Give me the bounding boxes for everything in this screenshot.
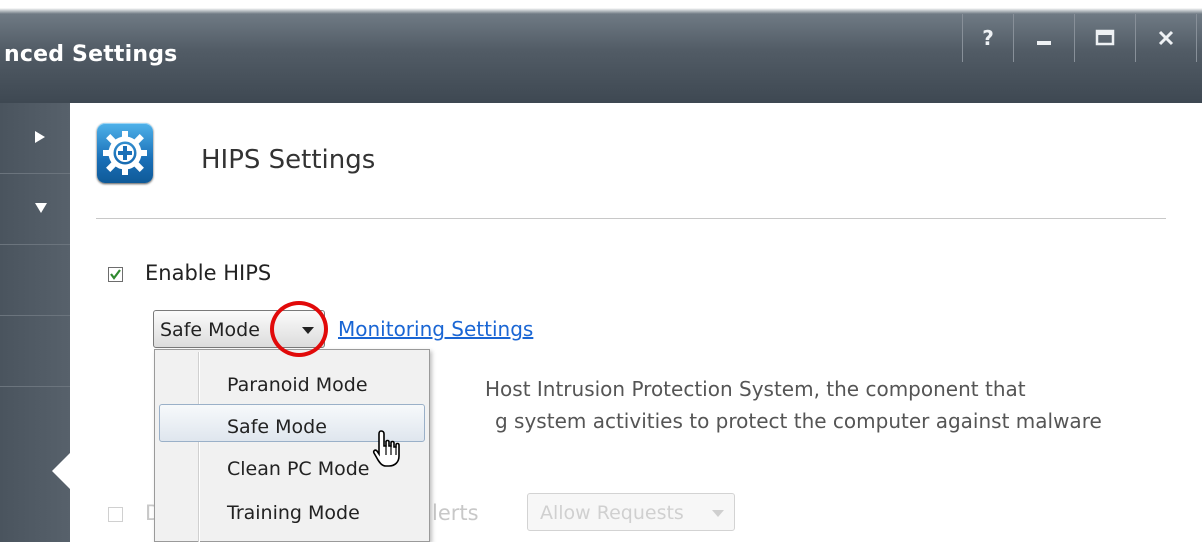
sidebar-item-collapse[interactable] <box>0 174 70 245</box>
menu-item-clean-pc-mode[interactable]: Clean PC Mode <box>227 458 370 480</box>
hips-shield-gear-icon <box>97 123 153 183</box>
enable-hips-label: Enable HIPS <box>145 261 272 285</box>
hand-cursor-icon <box>372 430 400 467</box>
sidebar-item[interactable] <box>0 245 70 316</box>
menu-item-safe-mode[interactable]: Safe Mode <box>227 416 327 438</box>
chevron-down-icon <box>712 510 724 517</box>
window-controls: ? <box>962 14 1202 62</box>
hips-mode-value: Safe Mode <box>160 319 260 341</box>
hips-description-line2: g system activities to protect the compu… <box>495 409 1102 433</box>
divider <box>96 218 1166 219</box>
close-icon[interactable] <box>1136 14 1197 62</box>
checkmark-icon <box>110 269 121 280</box>
window-title: nced Settings <box>4 42 178 67</box>
expand-arrow-right-icon <box>35 131 45 143</box>
disable-alerts-checkbox[interactable] <box>108 507 123 522</box>
collapse-arrow-down-icon <box>35 203 47 213</box>
alerts-response-select[interactable]: Allow Requests <box>527 493 735 531</box>
alerts-response-value: Allow Requests <box>540 502 684 524</box>
active-pointer <box>52 453 70 489</box>
menu-item-paranoid-mode[interactable]: Paranoid Mode <box>227 374 368 396</box>
minimize-icon[interactable] <box>1014 14 1075 62</box>
sidebar-item[interactable] <box>0 316 70 387</box>
enable-hips-checkbox[interactable] <box>108 267 123 282</box>
sidebar-item-expand[interactable] <box>0 103 70 174</box>
help-icon[interactable]: ? <box>963 14 1014 62</box>
maximize-icon[interactable] <box>1075 14 1136 62</box>
menu-item-training-mode[interactable]: Training Mode <box>227 502 360 524</box>
hips-description-line1: Host Intrusion Protection System, the co… <box>485 377 1026 401</box>
title-bar: nced Settings ? <box>0 0 1202 103</box>
alerts-label-end: lerts <box>432 501 479 525</box>
monitoring-settings-link[interactable]: Monitoring Settings <box>338 317 533 341</box>
annotation-circle <box>270 301 328 357</box>
sidebar <box>0 103 70 542</box>
menu-gutter <box>198 352 200 542</box>
main-panel: HIPS Settings Enable HIPS Safe Mode Moni… <box>70 103 1202 542</box>
page-title: HIPS Settings <box>201 145 376 175</box>
